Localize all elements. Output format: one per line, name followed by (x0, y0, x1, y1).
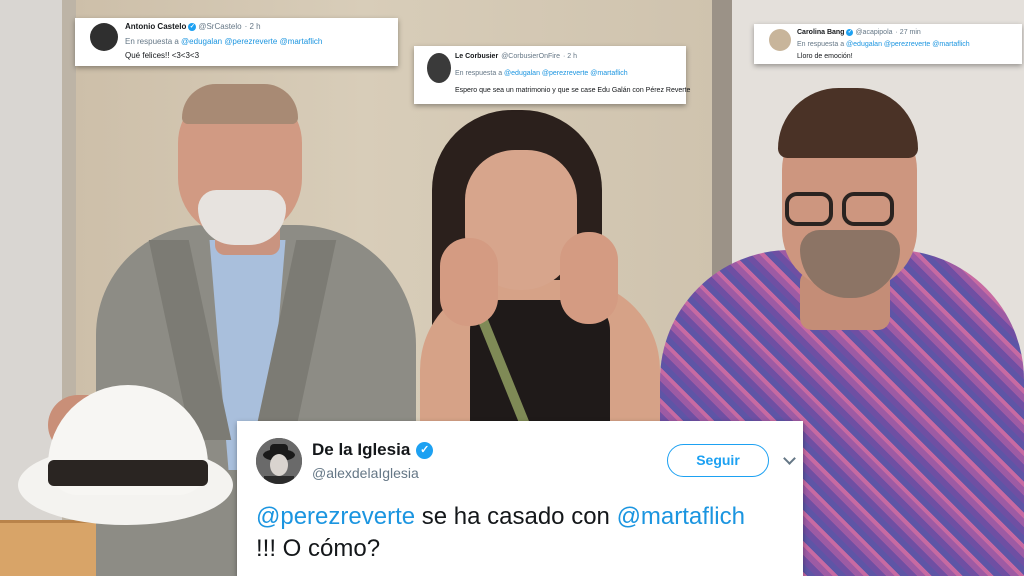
reply-context: En respuesta a @edugalan @perezreverte @… (125, 37, 322, 46)
tweet-header: De la Iglesia ✓ (312, 440, 434, 460)
avatar[interactable] (769, 29, 791, 51)
tweet-header: Le Corbusier @CorbusierOnFire · 2 h (455, 53, 577, 60)
verified-badge-icon: ✓ (846, 29, 854, 36)
tweet-text: Lloro de emoción! (797, 53, 853, 60)
verified-badge-icon: ✓ (188, 22, 197, 31)
reply-prefix: En respuesta a (455, 70, 503, 77)
tweet-card-corbusier[interactable]: Le Corbusier @CorbusierOnFire · 2 h En r… (414, 46, 690, 104)
chevron-down-icon[interactable] (783, 452, 796, 465)
tweet-text: Qué felices!! <3<3<3 (125, 51, 200, 60)
avatar-portrait-icon (256, 438, 302, 484)
tweet-time: · 2 h (244, 22, 261, 31)
display-name[interactable]: Le Corbusier (455, 53, 498, 60)
reply-prefix: En respuesta a (125, 37, 179, 46)
mention-link[interactable]: @martaflich (617, 503, 745, 530)
tweet-card-bang[interactable]: Carolina Bang ✓ @acapipola · 27 min En r… (754, 24, 1022, 64)
hand-left (440, 238, 498, 326)
tweet-time: · 27 min (895, 29, 921, 36)
tweet-text: @perezreverte se ha casado con @martafli… (256, 501, 796, 565)
tweet-header: Carolina Bang ✓ @acapipola · 27 min (797, 29, 921, 36)
display-name[interactable]: Antonio Castelo (125, 22, 186, 31)
follow-button[interactable]: Seguir (667, 444, 769, 477)
display-name[interactable]: Carolina Bang (797, 29, 844, 36)
verified-badge-icon: ✓ (416, 441, 434, 459)
user-handle[interactable]: @CorbusierOnFire (501, 53, 560, 60)
tweet-text-line2: !!! O cómo? (256, 535, 381, 562)
user-handle[interactable]: @acapipola (855, 29, 892, 36)
tweet-time: · 2 h (563, 53, 578, 60)
tweet-header: Antonio Castelo ✓ @SrCastelo · 2 h (125, 22, 261, 31)
avatar[interactable] (256, 438, 302, 484)
glasses-lens-right (842, 192, 894, 226)
mention-link[interactable]: @perezreverte (256, 503, 415, 530)
reply-mentions[interactable]: @edugalan @perezreverte @martaflich (181, 37, 322, 46)
reply-mentions[interactable]: @edugalan @perezreverte @martaflich (504, 70, 628, 77)
hat-band (48, 460, 208, 486)
avatar[interactable] (90, 23, 118, 51)
reply-mentions[interactable]: @edugalan @perezreverte @martaflich (846, 41, 970, 48)
hand-right (560, 232, 618, 324)
reply-context: En respuesta a @edugalan @perezreverte @… (797, 41, 970, 48)
avatar[interactable] (427, 53, 451, 83)
reply-context: En respuesta a @edugalan @perezreverte @… (455, 70, 628, 77)
hair (182, 84, 298, 124)
glasses-lens-left (785, 192, 833, 226)
display-name[interactable]: De la Iglesia (312, 440, 410, 460)
tweet-text: Espero que sea un matrimonio y que se ca… (455, 87, 691, 94)
tweet-text-middle: se ha casado con (415, 503, 617, 530)
user-handle[interactable]: @alexdelaIglesia (312, 465, 419, 481)
tweet-card-main[interactable]: De la Iglesia ✓ @alexdelaIglesia Seguir … (237, 421, 803, 576)
reply-prefix: En respuesta a (797, 41, 845, 48)
user-handle[interactable]: @SrCastelo (198, 22, 241, 31)
tweet-card-castelo[interactable]: Antonio Castelo ✓ @SrCastelo · 2 h En re… (75, 18, 398, 66)
